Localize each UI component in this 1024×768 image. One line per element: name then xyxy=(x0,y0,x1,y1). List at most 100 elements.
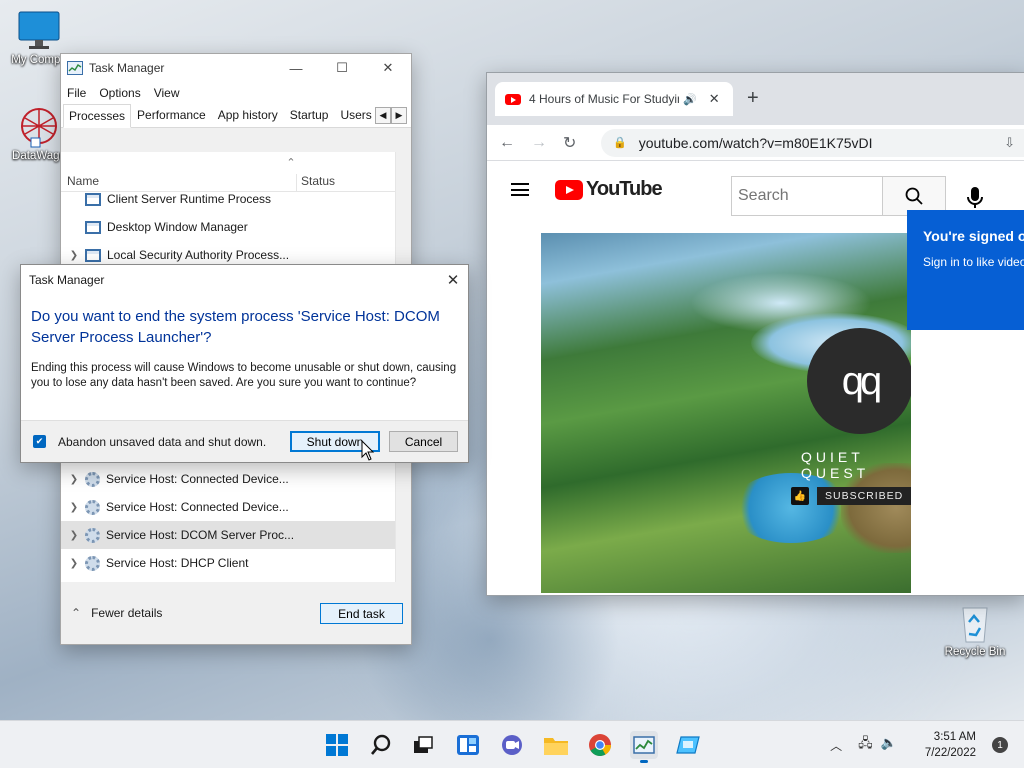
chevron-right-icon[interactable]: ❯ xyxy=(63,250,85,261)
address-bar[interactable]: 🔒 youtube.com/watch?v=m80E1K75vDI ⇩ xyxy=(601,128,1024,157)
install-app-icon[interactable]: ⇩ xyxy=(1004,135,1015,151)
browser-window[interactable]: 4 Hours of Music For Studyin 🔊 ✕ + ← → ↻… xyxy=(486,72,1024,596)
desktop-icon-label: My Compu xyxy=(11,54,67,66)
mouse-cursor-icon xyxy=(361,440,375,461)
tab-performance[interactable]: Performance xyxy=(131,103,212,127)
clock-date: 7/22/2022 xyxy=(924,747,976,759)
chevron-up-icon: ⌃ xyxy=(71,606,82,620)
tab-processes[interactable]: Processes xyxy=(63,104,132,128)
network-icon[interactable]: 🖧 xyxy=(858,735,881,750)
dialog-titlebar[interactable]: Task Manager ✕ xyxy=(21,265,468,295)
search-icon[interactable] xyxy=(367,731,395,759)
dialog-main-instruction: Do you want to end the system process 'S… xyxy=(31,308,440,346)
cancel-button[interactable]: Cancel xyxy=(389,431,458,452)
table-row[interactable]: ❯ Service Host: Connected Device... xyxy=(61,493,395,521)
hamburger-menu-icon[interactable] xyxy=(511,183,529,196)
youtube-favicon-icon xyxy=(505,93,521,105)
minimize-button[interactable]: — xyxy=(273,54,319,82)
subscribe-row: 👍 SUBSCRIBED 🔔 xyxy=(791,487,911,505)
tab-scroll-right-icon[interactable]: ▶ xyxy=(391,107,407,124)
process-name: Desktop Window Manager xyxy=(107,220,248,234)
table-row[interactable]: ❯ Service Host: DCOM Server Proc... xyxy=(61,521,395,549)
abandon-data-label[interactable]: Abandon unsaved data and shut down. xyxy=(58,435,266,449)
browser-tab-strip: 4 Hours of Music For Studyin 🔊 ✕ + xyxy=(487,73,1024,125)
dialog-content-text: Ending this process will cause Windows t… xyxy=(31,362,457,389)
widgets-icon[interactable] xyxy=(454,731,482,759)
youtube-search-input[interactable] xyxy=(731,176,883,216)
teams-chat-icon[interactable] xyxy=(498,731,526,759)
maximize-button[interactable]: ☐ xyxy=(319,54,365,82)
speaker-icon[interactable]: 🔊 xyxy=(683,93,697,106)
system-tray: ︿ 🖧🔈 3:51 AM 7/22/2022 1 xyxy=(830,721,1024,768)
chevron-right-icon[interactable]: ❯ xyxy=(63,474,85,485)
menu-options[interactable]: Options xyxy=(99,86,140,100)
signed-out-tooltip: You're signed o Sign in to like video xyxy=(907,210,1024,330)
recycle-bin-icon xyxy=(962,607,988,643)
tab-app-history[interactable]: App history xyxy=(212,103,284,127)
notification-badge[interactable]: 1 xyxy=(992,737,1008,753)
datawagon-icon xyxy=(21,108,57,148)
menu-file[interactable]: File xyxy=(67,86,86,100)
tab-startup[interactable]: Startup xyxy=(284,103,335,127)
network-volume-icons[interactable]: 🖧🔈 xyxy=(858,734,905,756)
task-view-icon[interactable] xyxy=(409,731,437,759)
microphone-icon[interactable] xyxy=(965,186,985,210)
signed-out-subtext: Sign in to like video xyxy=(923,255,1024,269)
desktop-icon-label: Recycle Bin xyxy=(944,646,1006,658)
abandon-data-checkbox[interactable]: ✔ xyxy=(33,435,46,448)
table-row[interactable]: ❯ Service Host: DHCP Client xyxy=(61,549,395,577)
menu-view[interactable]: View xyxy=(154,86,180,100)
close-tab-icon[interactable]: ✕ xyxy=(709,91,720,107)
table-row[interactable]: Desktop Window Manager xyxy=(61,213,395,241)
menu-bar: File Options View xyxy=(61,82,411,104)
clock[interactable]: 3:51 AM 7/22/2022 xyxy=(925,729,976,761)
clock-time: 3:51 AM xyxy=(933,731,976,743)
gear-icon xyxy=(85,527,100,543)
show-hidden-icons-icon[interactable]: ︿ xyxy=(830,737,842,754)
back-arrow-icon[interactable]: ← xyxy=(499,134,531,152)
task-manager-icon[interactable] xyxy=(630,731,658,763)
fewer-details-link[interactable]: ⌃ Fewer details xyxy=(71,606,162,620)
new-tab-button[interactable]: + xyxy=(747,87,759,110)
end-task-button[interactable]: End task xyxy=(320,602,403,624)
task-manager-tabs: Processes Performance App history Startu… xyxy=(61,104,411,128)
lock-icon[interactable]: 🔒 xyxy=(613,136,627,149)
youtube-play-icon xyxy=(555,179,583,200)
close-button[interactable]: ✕ xyxy=(365,54,411,82)
like-icon[interactable]: 👍 xyxy=(791,487,809,505)
chrome-icon[interactable] xyxy=(586,731,614,759)
app-icon[interactable] xyxy=(674,731,702,759)
video-player[interactable]: qq QUIET QUEST 👍 SUBSCRIBED 🔔 xyxy=(541,233,911,593)
youtube-logo[interactable]: YouTube xyxy=(555,178,663,201)
task-manager-footer: ⌃ Fewer details End task xyxy=(61,582,411,644)
task-manager-titlebar[interactable]: Task Manager — ☐ ✕ xyxy=(61,54,411,82)
search-icon xyxy=(905,187,923,205)
signed-out-heading: You're signed o xyxy=(923,228,1024,244)
desktop-icon-recycle-bin[interactable]: Recycle Bin xyxy=(936,600,1014,658)
volume-icon[interactable]: 🔈 xyxy=(881,735,905,750)
chevron-right-icon[interactable]: ❯ xyxy=(63,502,85,513)
reload-icon[interactable]: ↻ xyxy=(563,133,595,153)
sort-indicator-icon: ⌃ xyxy=(286,157,296,169)
windows-start-icon[interactable] xyxy=(323,731,351,759)
process-name: Service Host: DCOM Server Proc... xyxy=(106,528,295,542)
table-row[interactable]: Client Server Runtime Process xyxy=(61,185,395,213)
task-manager-icon xyxy=(67,61,83,75)
chevron-right-icon[interactable]: ❯ xyxy=(63,530,85,541)
chevron-right-icon[interactable]: ❯ xyxy=(63,558,85,569)
table-row[interactable]: ❯ Service Host: Connected Device... xyxy=(61,465,395,493)
youtube-wordmark: YouTube xyxy=(586,178,663,200)
desktop-icon-label: DataWago xyxy=(12,150,66,162)
browser-tab[interactable]: 4 Hours of Music For Studyin 🔊 ✕ xyxy=(495,82,733,116)
subscribed-badge[interactable]: SUBSCRIBED xyxy=(817,487,911,505)
process-name: Client Server Runtime Process xyxy=(107,192,272,206)
forward-arrow-icon[interactable]: → xyxy=(531,134,563,152)
window-icon xyxy=(85,192,101,206)
video-frame-river xyxy=(731,473,851,543)
tab-users[interactable]: Users xyxy=(334,103,377,127)
browser-toolbar: ← → ↻ 🔒 youtube.com/watch?v=m80E1K75vDI … xyxy=(487,125,1024,161)
end-process-dialog[interactable]: Task Manager ✕ Do you want to end the sy… xyxy=(20,264,469,463)
file-explorer-icon[interactable] xyxy=(542,731,570,759)
dialog-close-icon[interactable]: ✕ xyxy=(438,271,468,289)
tab-scroll-left-icon[interactable]: ◀ xyxy=(375,107,391,124)
